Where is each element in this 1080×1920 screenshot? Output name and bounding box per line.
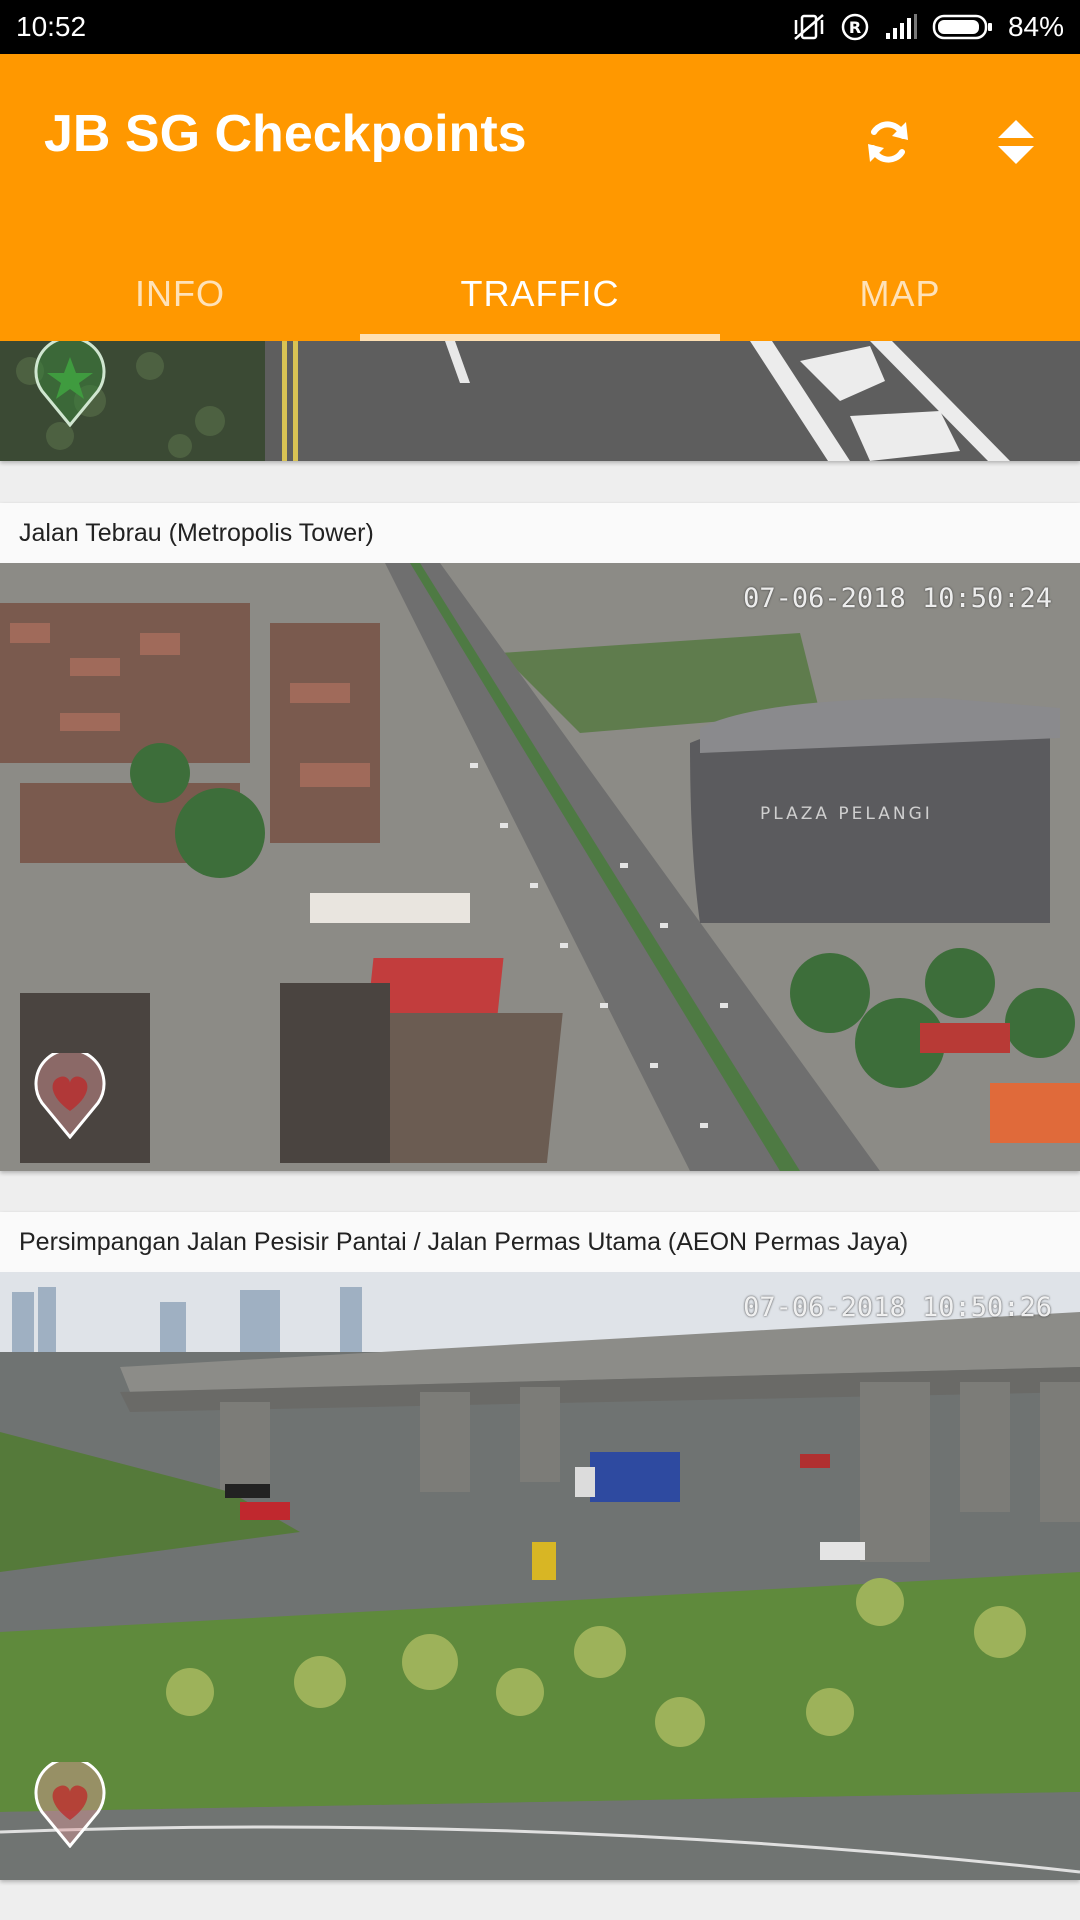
camera-title: Persimpangan Jalan Pesisir Pantai / Jala…: [0, 1212, 1080, 1272]
heart-pin-icon[interactable]: [30, 1757, 110, 1853]
camera-card: Jalan Tebrau (Metropolis Tower) PLAZA PE…: [0, 503, 1080, 1171]
tab-bar: INFO TRAFFIC MAP: [0, 247, 1080, 341]
camera-timestamp: 07-06-2018 10:50:26: [743, 1292, 1052, 1323]
battery-icon: [932, 13, 994, 41]
app-title: JB SG Checkpoints: [44, 105, 527, 163]
camera-card: Persimpangan Jalan Pesisir Pantai / Jala…: [0, 1212, 1080, 1880]
vibrate-off-icon: [792, 12, 826, 42]
status-bar: 10:52 R 84%: [0, 0, 1080, 54]
tab-info[interactable]: INFO: [0, 247, 360, 341]
svg-text:R: R: [849, 18, 861, 37]
camera-card: [0, 341, 1080, 461]
tab-map[interactable]: MAP: [720, 247, 1080, 341]
camera-image[interactable]: 07-06-2018 10:50:26: [0, 1272, 1080, 1880]
app-bar: JB SG Checkpoints INFO TRAFFIC MAP: [0, 54, 1080, 341]
status-time: 10:52: [16, 11, 87, 42]
heart-pin-icon[interactable]: [30, 1048, 110, 1144]
camera-title: Jalan Tebrau (Metropolis Tower): [0, 503, 1080, 563]
star-pin-icon[interactable]: [30, 341, 110, 432]
refresh-icon: [862, 116, 914, 173]
signal-icon: [884, 13, 918, 41]
refresh-button[interactable]: [824, 94, 952, 194]
tab-traffic[interactable]: TRAFFIC: [360, 247, 720, 341]
camera-image[interactable]: PLAZA PELANGI 07-06-2018 10:50:24: [0, 563, 1080, 1171]
registered-icon: R: [840, 12, 870, 42]
camera-list[interactable]: Jalan Tebrau (Metropolis Tower) PLAZA PE…: [0, 341, 1080, 1920]
svg-text:PLAZA PELANGI: PLAZA PELANGI: [760, 804, 933, 824]
sort-icon: [996, 118, 1036, 171]
camera-timestamp: 07-06-2018 10:50:24: [743, 583, 1052, 614]
camera-image[interactable]: [0, 341, 1080, 461]
battery-percent: 84%: [1007, 11, 1064, 42]
app-actions: [824, 94, 1080, 194]
sort-button[interactable]: [952, 94, 1080, 194]
